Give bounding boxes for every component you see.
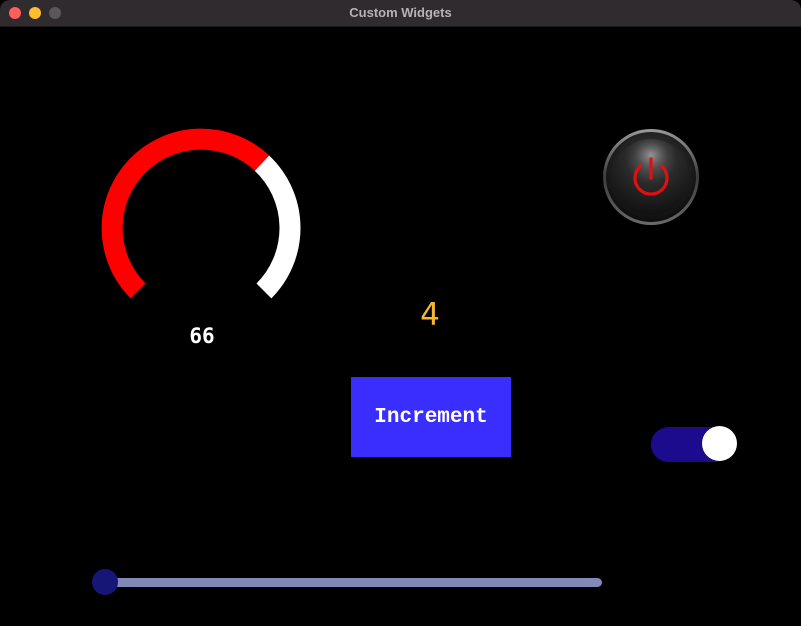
title-bar: Custom Widgets [0,0,801,27]
counter-value: 4 [420,297,440,333]
power-icon [603,129,699,225]
slider-thumb[interactable] [92,569,118,595]
window-title: Custom Widgets [349,5,452,20]
increment-button[interactable]: Increment [351,377,511,457]
gauge-remaining-arc [254,155,301,299]
content-area: 66 4 Increment [0,27,801,626]
gauge-value: 66 [189,324,215,348]
slider[interactable] [92,567,604,597]
app-window: Custom Widgets 66 4 Increment [0,0,801,626]
power-button[interactable] [602,128,700,226]
toggle-knob[interactable] [702,426,737,461]
toggle-switch[interactable] [651,426,737,463]
slider-track[interactable] [104,578,602,587]
gauge-filled-arc [101,128,270,299]
gauge [101,128,301,299]
